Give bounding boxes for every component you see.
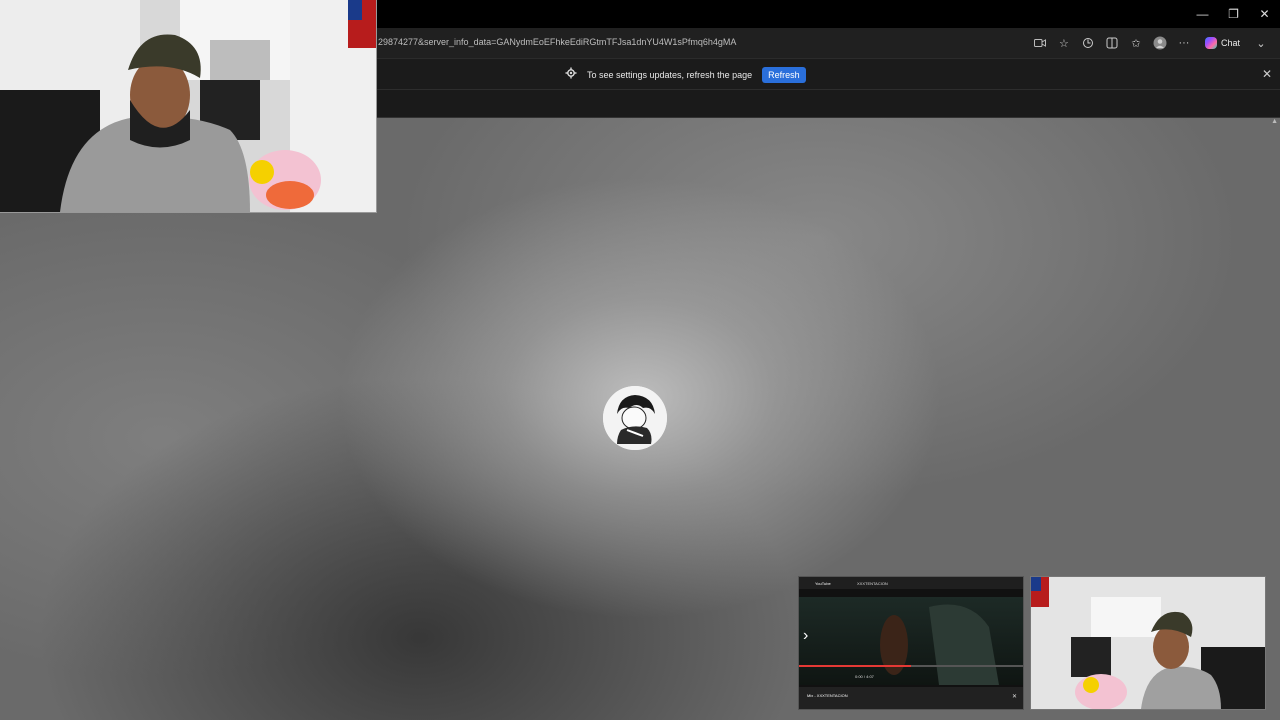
copilot-icon: [1204, 37, 1217, 49]
youtube-window-thumbnail[interactable]: YouTube XXXTENTACION › 0:00 / 4:07 Mix -…: [798, 576, 1024, 710]
infobar-message: To see settings updates, refresh the pag…: [587, 70, 753, 80]
split-screen-icon[interactable]: [1103, 34, 1121, 52]
scroll-up-arrow-icon[interactable]: ▲: [1271, 118, 1278, 125]
miniplayer-close-icon[interactable]: ✕: [1012, 693, 1017, 700]
next-arrow-icon: ›: [803, 627, 809, 644]
more-icon[interactable]: ···: [1175, 34, 1193, 52]
video-icon[interactable]: [1031, 34, 1049, 52]
refresh-button[interactable]: Refresh: [762, 67, 806, 83]
infobar-content: To see settings updates, refresh the pag…: [565, 66, 806, 84]
webcam-overlay: [0, 0, 377, 213]
video-frame: [799, 597, 1023, 685]
gear-icon: [565, 66, 577, 84]
now-playing-title: Mix - XXXTENTACION: [807, 693, 848, 698]
favorite-star-icon[interactable]: ☆: [1055, 34, 1073, 52]
youtube-brand: YouTube: [815, 581, 831, 586]
collections-icon[interactable]: ✩: [1127, 34, 1145, 52]
video-time: 0:00 / 4:07: [855, 674, 874, 679]
extensions-icon[interactable]: [1079, 34, 1097, 52]
infobar-close-icon[interactable]: ✕: [1262, 67, 1272, 81]
profile-avatar[interactable]: [603, 386, 667, 450]
address-bar-icons: ☆ ✩ ··· Chat ⌄: [1031, 33, 1270, 53]
minimize-button[interactable]: —: [1187, 0, 1218, 28]
maximize-button[interactable]: ❐: [1218, 0, 1249, 28]
url-text[interactable]: 29874277&server_info_data=GANydmEoEFhkeE…: [378, 37, 736, 47]
window-controls: — ❐ ✕: [1187, 0, 1280, 28]
webcam-window-thumbnail[interactable]: [1030, 576, 1266, 710]
chat-label: Chat: [1220, 38, 1240, 48]
youtube-search-text: XXXTENTACION: [857, 581, 888, 586]
close-button[interactable]: ✕: [1249, 0, 1280, 28]
profile-icon[interactable]: [1151, 34, 1169, 52]
chevron-down-icon[interactable]: ⌄: [1252, 34, 1270, 52]
chat-button[interactable]: Chat: [1199, 33, 1246, 53]
